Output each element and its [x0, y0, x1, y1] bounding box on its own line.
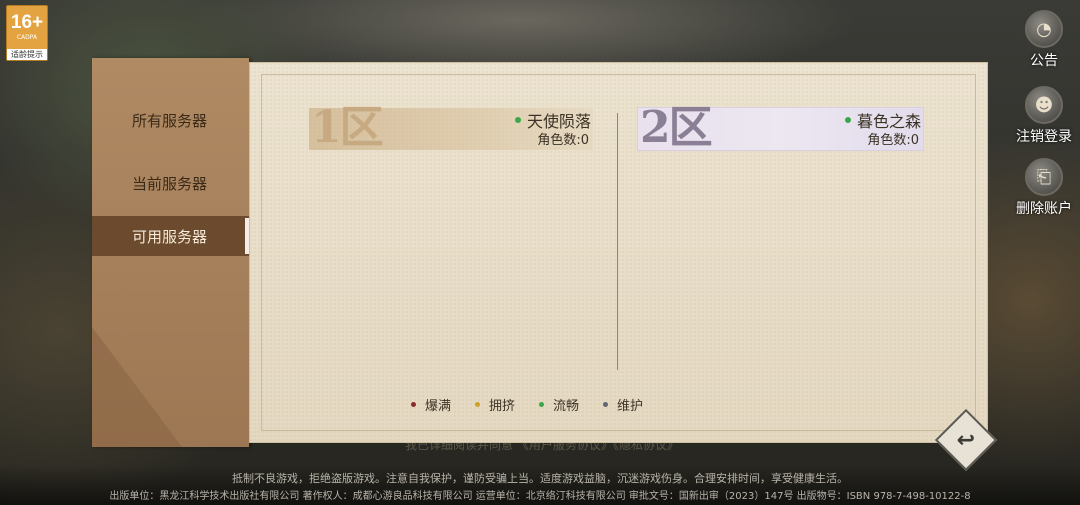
delete-account-button[interactable]: ⎗ 删除账户: [1016, 158, 1072, 218]
status-dot-icon: [514, 117, 521, 123]
logout-label: 注销登录: [1016, 129, 1072, 145]
exit-door-icon: ⎗: [1025, 158, 1063, 196]
legend-smooth: 流畅: [539, 395, 579, 414]
legend-label: 维护: [617, 399, 644, 414]
legend-maintenance: 维护: [603, 395, 643, 414]
age-rating-number: 16+: [10, 12, 44, 33]
age-rating-tip: 适龄提示: [7, 49, 47, 60]
server-zone: 2区: [640, 102, 713, 153]
notice-button[interactable]: ◔ 公告: [1016, 10, 1072, 70]
role-count: 角色数:0: [537, 133, 589, 148]
age-rating-org: CADPA: [16, 34, 38, 41]
legend-full: 爆满: [411, 395, 451, 414]
status-dot-icon: [844, 117, 851, 123]
role-count: 角色数:0: [867, 133, 919, 148]
notice-icon: ◔: [1025, 10, 1063, 48]
health-advisory: 抵制不良游戏，拒绝盗版游戏。注意自我保护，谨防受骗上当。适度游戏益脑，沉迷游戏伤…: [232, 472, 848, 485]
tab-all-servers-label: 所有服务器: [132, 111, 208, 130]
server-card-1[interactable]: 1区 天使陨落 角色数:0: [309, 102, 593, 153]
age-rating-badge: 16+ CADPA 适龄提示: [6, 5, 48, 61]
user-icon: ☻: [1025, 86, 1063, 124]
legend-dot-icon: [411, 402, 416, 407]
logout-button[interactable]: ☻ 注销登录: [1016, 86, 1072, 146]
tab-current-servers[interactable]: 当前服务器: [92, 163, 249, 203]
legend-dot-icon: [539, 402, 545, 407]
tab-available-servers[interactable]: 可用服务器: [92, 216, 249, 256]
delete-account-label: 删除账户: [1016, 201, 1072, 217]
server-zone: 1区: [311, 102, 384, 153]
legend-label: 流畅: [553, 399, 580, 414]
legend-label: 拥挤: [489, 399, 516, 414]
tab-current-servers-label: 当前服务器: [132, 174, 208, 193]
tab-available-servers-label: 可用服务器: [132, 227, 208, 246]
column-divider: [617, 113, 618, 370]
tab-panel-fold: [92, 327, 182, 447]
back-arrow-icon: ↩: [956, 427, 976, 453]
legend-dot-icon: [475, 402, 481, 407]
footer: 抵制不良游戏，拒绝盗版游戏。注意自我保护，谨防受骗上当。适度游戏益脑，沉迷游戏伤…: [0, 465, 1080, 505]
legend-crowded: 拥挤: [475, 395, 515, 414]
tab-all-servers-label-wrap[interactable]: 所有服务器: [92, 100, 249, 140]
legend-dot-icon: [603, 402, 609, 407]
legend-label: 爆满: [425, 399, 452, 414]
publication-info: 出版单位：黑龙江科学技术出版社有限公司 著作权人：成都心游良品科技有限公司 运营…: [109, 491, 971, 502]
status-legend: 爆满 拥挤 流畅 维护: [411, 395, 667, 414]
notice-label: 公告: [1030, 53, 1058, 69]
server-card-2[interactable]: 2区 暮色之森 角色数:0: [638, 102, 923, 153]
